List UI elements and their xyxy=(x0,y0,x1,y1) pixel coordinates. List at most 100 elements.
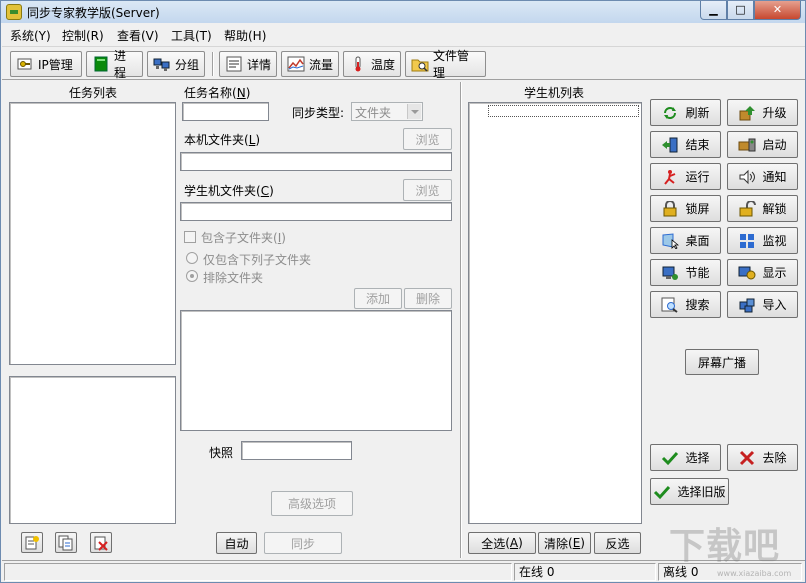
sync-button[interactable]: 同步 xyxy=(264,532,342,554)
menu-bar: 系统(Y) 控制(R) 查看(V) 工具(T) 帮助(H) xyxy=(2,24,805,45)
browse-student-button[interactable]: 浏览 xyxy=(403,179,452,201)
student-folder-label-text: 学生机文件夹 xyxy=(184,184,257,198)
student-list[interactable] xyxy=(468,102,642,524)
unlock-label: 解锁 xyxy=(762,202,787,216)
notify-label: 通知 xyxy=(762,170,787,184)
delete-task-icon xyxy=(93,535,109,551)
delete-task-button[interactable] xyxy=(90,532,112,553)
choose-button[interactable]: 选择 xyxy=(650,444,721,471)
minimize-button[interactable]: ▁ xyxy=(700,1,727,20)
temperature-button[interactable]: 温度 xyxy=(343,51,401,77)
choose-old-version-label: 选择旧版 xyxy=(677,485,726,499)
select-all-label: 全选 xyxy=(481,536,506,551)
close-button[interactable]: ✕ xyxy=(754,1,801,20)
refresh-icon xyxy=(661,105,679,121)
snapshot-input[interactable] xyxy=(241,441,352,460)
power-save-button[interactable]: 节能 xyxy=(650,259,721,286)
group-button[interactable]: 分组 xyxy=(147,51,205,77)
only-include-radio[interactable] xyxy=(186,252,198,264)
power-save-label: 节能 xyxy=(685,266,710,280)
subfolder-list[interactable] xyxy=(180,310,452,431)
window-title: 同步专家教学版(Server) xyxy=(27,6,160,20)
run-button[interactable]: 运行 xyxy=(650,163,721,190)
search-label: 搜索 xyxy=(685,298,710,312)
end-button[interactable]: 结束 xyxy=(650,131,721,158)
student-list-title: 学生机列表 xyxy=(524,86,585,100)
task-list[interactable] xyxy=(9,102,176,365)
monitor-button[interactable]: 监视 xyxy=(727,227,798,254)
file-management-button[interactable]: 文件管理 xyxy=(405,49,486,80)
refresh-button[interactable]: 刷新 xyxy=(650,99,721,126)
lock-screen-button[interactable]: 锁屏 xyxy=(650,195,721,222)
exclude-radio[interactable] xyxy=(186,270,198,282)
monitor-label: 监视 xyxy=(762,234,787,248)
include-subfolders-checkbox[interactable] xyxy=(184,231,196,243)
include-subfolders-hotkey: I xyxy=(277,231,282,245)
toolbar: IP管理 进程 分组 详情 流量 温度 文件管理 xyxy=(2,46,805,80)
add-task-button[interactable] xyxy=(21,532,43,553)
ip-management-button[interactable]: IP管理 xyxy=(10,51,82,77)
menu-control[interactable]: 控制(R) xyxy=(62,27,104,44)
import-button[interactable]: 导入 xyxy=(727,291,798,318)
task-name-hotkey: N xyxy=(236,86,246,100)
advanced-options-button[interactable]: 高级选项 xyxy=(271,491,353,516)
delete-folder-button[interactable]: 删除 xyxy=(404,288,452,309)
local-folder-label: 本机文件夹(L) xyxy=(184,133,261,147)
local-folder-hotkey: L xyxy=(248,133,256,147)
start-button[interactable]: 启动 xyxy=(727,131,798,158)
select-all-button[interactable]: 全选(A) xyxy=(468,532,536,554)
remove-button[interactable]: 去除 xyxy=(727,444,798,471)
menu-view[interactable]: 查看(V) xyxy=(117,27,159,44)
choose-label: 选择 xyxy=(685,451,710,465)
student-list-focus-row xyxy=(488,105,639,117)
traffic-button[interactable]: 流量 xyxy=(281,51,339,77)
title-bar: 同步专家教学版(Server) ▁ □ ✕ xyxy=(1,1,805,23)
copy-task-icon xyxy=(58,535,74,551)
status-message xyxy=(4,563,512,581)
desktop-button[interactable]: 桌面 xyxy=(650,227,721,254)
student-folder-input[interactable] xyxy=(180,202,452,221)
details-button[interactable]: 详情 xyxy=(219,51,277,77)
invert-selection-button[interactable]: 反选 xyxy=(594,532,641,554)
menu-system[interactable]: 系统(Y) xyxy=(10,27,51,44)
cross-icon xyxy=(738,450,756,466)
upgrade-label: 升级 xyxy=(762,106,787,120)
traffic-label: 流量 xyxy=(309,57,334,72)
upgrade-button[interactable]: 升级 xyxy=(727,99,798,126)
run-label: 运行 xyxy=(685,170,710,184)
task-name-input[interactable] xyxy=(182,102,269,121)
desktop-icon xyxy=(661,232,680,250)
task-name-label: 任务名称(N) xyxy=(184,86,251,100)
add-folder-button[interactable]: 添加 xyxy=(354,288,402,309)
only-include-label: 仅包含下列子文件夹 xyxy=(203,253,312,267)
task-list-title: 任务列表 xyxy=(69,86,118,100)
search-button[interactable]: 搜索 xyxy=(650,291,721,318)
menu-tools[interactable]: 工具(T) xyxy=(171,27,212,44)
process-button[interactable]: 进程 xyxy=(86,49,143,80)
browse-local-button[interactable]: 浏览 xyxy=(403,128,452,150)
ip-management-label: IP管理 xyxy=(38,57,73,72)
notify-button[interactable]: 通知 xyxy=(727,163,798,190)
menu-help[interactable]: 帮助(H) xyxy=(224,27,266,44)
thermometer-icon xyxy=(349,56,367,72)
app-window: 同步专家教学版(Server) ▁ □ ✕ 系统(Y) 控制(R) 查看(V) … xyxy=(0,0,806,583)
run-icon xyxy=(661,169,679,185)
display-icon xyxy=(738,265,756,281)
screen-broadcast-button[interactable]: 屏幕广播 xyxy=(685,349,759,375)
local-folder-input[interactable] xyxy=(180,152,452,171)
maximize-button[interactable]: □ xyxy=(727,1,754,20)
clear-button[interactable]: 清除(E) xyxy=(538,532,591,554)
copy-task-button[interactable] xyxy=(55,532,77,553)
key-icon xyxy=(16,56,34,72)
unlock-button[interactable]: 解锁 xyxy=(727,195,798,222)
pane-divider xyxy=(460,82,462,558)
display-button[interactable]: 显示 xyxy=(727,259,798,286)
auto-button[interactable]: 自动 xyxy=(216,532,257,554)
clear-label: 清除 xyxy=(544,536,569,551)
upgrade-icon xyxy=(738,105,756,121)
sync-type-select[interactable]: 文件夹 xyxy=(351,102,423,121)
import-label: 导入 xyxy=(762,298,787,312)
task-detail-list[interactable] xyxy=(9,376,176,524)
choose-old-version-button[interactable]: 选择旧版 xyxy=(650,478,729,505)
computers-icon xyxy=(153,56,171,72)
